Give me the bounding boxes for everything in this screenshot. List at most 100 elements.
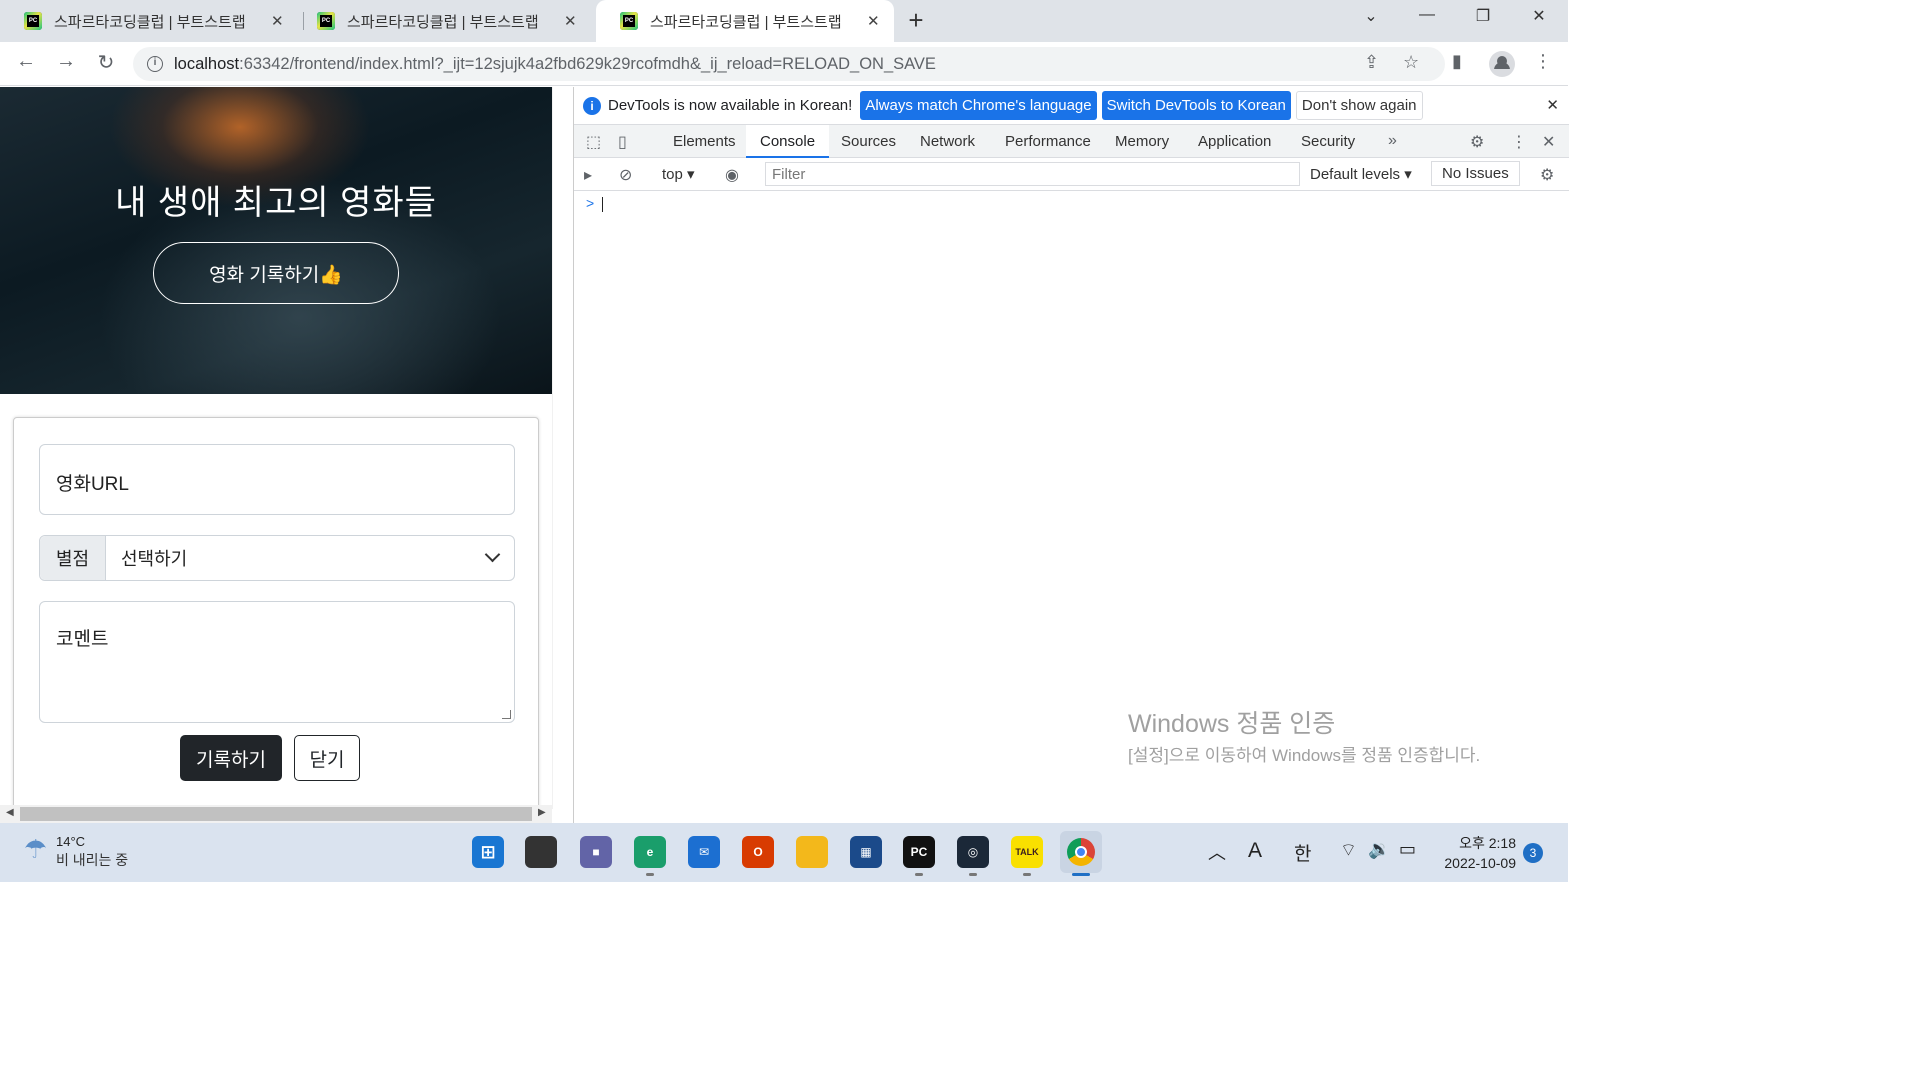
office-icon[interactable]: O	[742, 836, 774, 868]
scroll-right-icon[interactable]: ▶	[538, 807, 546, 818]
teams-chat-icon[interactable]: ■	[580, 836, 612, 868]
steam-icon[interactable]: ◎	[957, 836, 989, 868]
volume-icon[interactable]: 🔉	[1368, 839, 1390, 860]
switch-korean-button[interactable]: Switch DevTools to Korean	[1101, 91, 1291, 120]
new-tab-button[interactable]: +	[900, 5, 932, 36]
info-icon: i	[583, 96, 601, 115]
close-devtools-icon[interactable]: ✕	[1542, 132, 1555, 152]
tab-title: 스파르타코딩클럽 | 부트스트랩	[650, 13, 842, 31]
close-window-icon[interactable]: ✕	[1519, 6, 1559, 26]
tab-performance[interactable]: Performance	[991, 125, 1105, 158]
settings-gear-icon[interactable]: ⚙	[1470, 132, 1484, 152]
record-movie-button[interactable]: 영화 기록하기👍	[153, 242, 399, 304]
horizontal-scrollbar[interactable]: ◀ ▶	[0, 805, 552, 823]
console-input-caret[interactable]	[602, 197, 603, 212]
tab-close-icon[interactable]: ✕	[271, 12, 284, 30]
tab-elements[interactable]: Elements	[659, 125, 750, 158]
profile-avatar-icon[interactable]	[1489, 51, 1515, 77]
microsoft-store-icon[interactable]: ▦	[850, 836, 882, 868]
console-settings-gear-icon[interactable]: ⚙	[1540, 165, 1554, 185]
tab-security[interactable]: Security	[1287, 125, 1369, 158]
save-button[interactable]: 기록하기	[180, 735, 282, 781]
back-icon[interactable]: ←	[12, 50, 40, 73]
tray-overflow-chevron-icon[interactable]: ︿	[1208, 839, 1226, 865]
tab-network[interactable]: Network	[906, 125, 989, 158]
vertical-scrollbar[interactable]: ▲ ▼	[552, 87, 553, 809]
tab-application[interactable]: Application	[1184, 125, 1285, 158]
clock-time: 오후 2:18	[1459, 835, 1516, 851]
edge-browser-icon[interactable]: e	[634, 836, 666, 868]
tab-close-icon[interactable]: ✕	[867, 12, 880, 30]
chrome-icon[interactable]	[1060, 831, 1102, 873]
side-panel-icon[interactable]: ▮	[1452, 51, 1462, 72]
task-view-icon[interactable]	[525, 836, 557, 868]
url-text[interactable]: localhost:63342/frontend/index.html?_ijt…	[174, 55, 936, 74]
kakaotalk-icon[interactable]: TALK	[1011, 836, 1043, 868]
chrome-menu-icon[interactable]: ⋮	[1534, 51, 1552, 72]
mail-icon[interactable]: ✉	[688, 836, 720, 868]
devtools-infobar: i DevTools is now available in Korean! A…	[574, 87, 1569, 125]
star-label: 별점	[40, 536, 106, 580]
battery-icon[interactable]: ▭	[1399, 839, 1416, 860]
scroll-left-icon[interactable]: ◀	[6, 807, 14, 818]
hero-title: 내 생애 최고의 영화들	[115, 184, 437, 222]
devtools-panel: i DevTools is now available in Korean! A…	[573, 87, 1569, 823]
scroll-thumb[interactable]	[20, 807, 532, 821]
clock[interactable]: 오후 2:18 2022-10-09	[1436, 833, 1516, 873]
resize-grip-icon[interactable]	[502, 710, 511, 719]
windows-start-icon[interactable]: ⊞	[472, 836, 504, 868]
wifi-icon[interactable]: ⌔	[1340, 839, 1357, 862]
tab-title: 스파르타코딩클럽 | 부트스트랩	[347, 13, 539, 31]
customize-menu-icon[interactable]: ⋮	[1511, 132, 1527, 152]
chevron-down-icon	[484, 546, 501, 563]
watermark-text: [설정]으로 이동하여 Windows를 정품 인증합니다.	[1128, 746, 1481, 765]
tab-title: 스파르타코딩클럽 | 부트스트랩	[54, 13, 246, 31]
watermark-title: Windows 정품 인증	[1128, 710, 1336, 738]
comment-textarea[interactable]: 코멘트	[39, 601, 515, 723]
reload-icon[interactable]: ↻	[92, 50, 120, 75]
context-selector[interactable]: top ▾	[662, 165, 695, 183]
umbrella-rain-icon: ☂	[24, 834, 48, 864]
forward-icon[interactable]: →	[52, 50, 80, 73]
log-levels-dropdown[interactable]: Default levels ▾	[1310, 165, 1412, 183]
star-select[interactable]: 선택하기	[106, 536, 514, 580]
star-rating-group: 별점 선택하기	[39, 535, 515, 581]
ime-mode-a[interactable]: A	[1248, 839, 1262, 863]
tab-close-icon[interactable]: ✕	[564, 12, 577, 30]
dont-show-again-button[interactable]: Don't show again	[1295, 91, 1423, 120]
device-toolbar-icon[interactable]: ▯	[618, 132, 627, 152]
console-filter-input[interactable]: Filter	[765, 162, 1300, 186]
tab-search-icon[interactable]: ⌄	[1351, 6, 1391, 26]
live-expression-eye-icon[interactable]: ◉	[725, 165, 739, 185]
tab-strip: 스파르타코딩클럽 | 부트스트랩 ✕ 스파르타코딩클럽 | 부트스트랩 ✕ 스파…	[0, 0, 1568, 42]
movie-url-input[interactable]: 영화URL	[39, 444, 515, 515]
tab-memory[interactable]: Memory	[1101, 125, 1183, 158]
ime-mode-han[interactable]: 한	[1294, 839, 1311, 866]
tab-sources[interactable]: Sources	[827, 125, 910, 158]
file-explorer-icon[interactable]	[796, 836, 828, 868]
browser-tab-1[interactable]: 스파르타코딩클럽 | 부트스트랩 ✕	[0, 0, 298, 42]
issues-button[interactable]: No Issues	[1431, 161, 1520, 186]
minimize-icon[interactable]: —	[1407, 6, 1447, 24]
share-icon[interactable]: ⇪	[1364, 52, 1379, 73]
bookmark-star-icon[interactable]: ☆	[1403, 52, 1419, 73]
windows-taskbar: ☂ 14°C 비 내리는 중 ⊞ ■ e ✉ O ▦ PC ◎ TALK ︿ A…	[0, 823, 1568, 882]
pycharm-favicon-icon	[317, 12, 335, 30]
inspect-element-icon[interactable]: ⬚	[586, 132, 601, 152]
address-bar[interactable]: i localhost:63342/frontend/index.html?_i…	[133, 47, 1445, 81]
infobar-close-icon[interactable]: ✕	[1546, 96, 1559, 114]
pycharm-icon[interactable]: PC	[903, 836, 935, 868]
restore-icon[interactable]: ❐	[1463, 6, 1503, 26]
show-sidebar-icon[interactable]: ▸	[584, 165, 592, 185]
browser-tab-2[interactable]: 스파르타코딩클럽 | 부트스트랩 ✕	[293, 0, 591, 42]
site-info-icon[interactable]: i	[147, 56, 163, 72]
close-button[interactable]: 닫기	[294, 735, 360, 781]
windows-activation-watermark: Windows 정품 인증 [설정]으로 이동하여 Windows를 정품 인증…	[1128, 704, 1518, 768]
notification-badge[interactable]: 3	[1523, 843, 1543, 863]
tab-console[interactable]: Console	[746, 125, 830, 158]
browser-tab-3-active[interactable]: 스파르타코딩클럽 | 부트스트랩 ✕	[596, 0, 894, 42]
clear-console-icon[interactable]: ⊘	[619, 165, 632, 185]
always-match-button[interactable]: Always match Chrome's language	[860, 91, 1097, 120]
more-tabs-icon[interactable]: »	[1388, 132, 1397, 150]
weather-widget[interactable]: ☂ 14°C 비 내리는 중	[24, 834, 128, 870]
